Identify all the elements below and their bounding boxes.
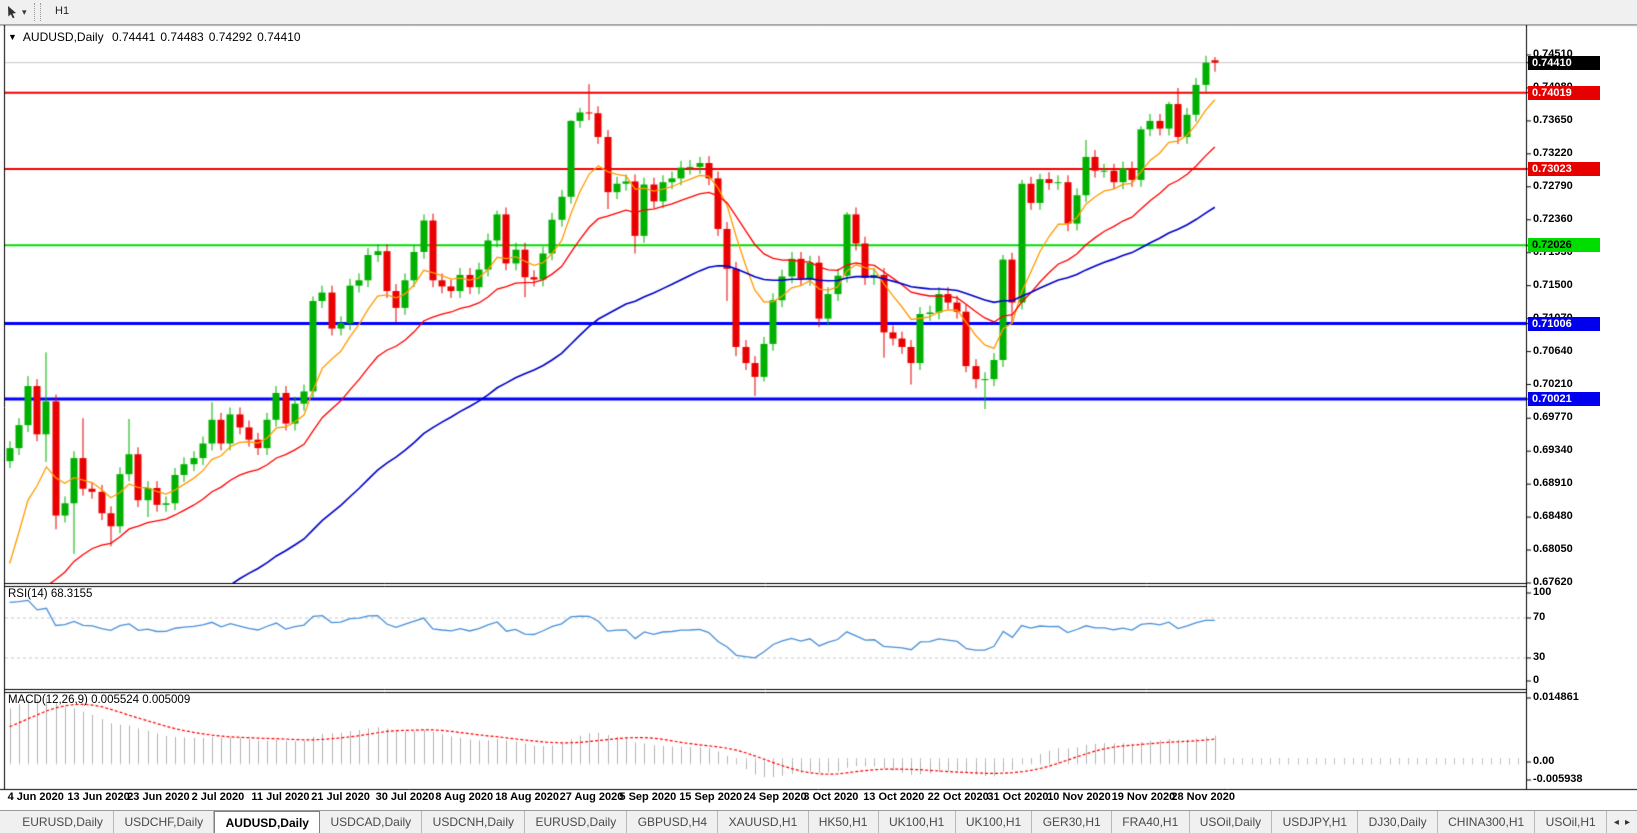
tab-usoil-daily[interactable]: USOil,Daily [1190, 811, 1273, 833]
symbol-tabbar: EURUSD,Daily USDCHF,Daily AUDUSD,Daily USDC… [0, 810, 1637, 833]
tab-dj30-daily[interactable]: DJ30,Daily [1358, 811, 1438, 833]
tab-uk100-h1[interactable]: UK100,H1 [956, 811, 1033, 833]
tab-audusd-daily[interactable]: AUDUSD,Daily [214, 811, 321, 833]
timeframe-toolbar: ▾ M1M5M15M30H1H4D1W1MN [0, 0, 1637, 105]
timeframe-button-H1[interactable]: H1 [48, 1, 77, 23]
tab-usdjpy-h1[interactable]: USDJPY,H1 [1272, 811, 1359, 833]
tab-china300-h1[interactable]: CHINA300,H1 [1438, 811, 1536, 833]
tab-xauusd-h1[interactable]: XAUUSD,H1 [718, 811, 809, 833]
chart-title: ▼ AUDUSD,Daily 0.74441 0.74483 0.74292 0.744… [8, 30, 306, 44]
ohlc-high: 0.74483 [160, 30, 204, 44]
ohlc-close: 0.74410 [257, 30, 301, 44]
tab-eurusd-daily[interactable]: EURUSD,Daily [12, 811, 115, 833]
chart-area: 0.74510 0.74080 0.73650 0.73220 0.72790 0.723… [0, 25, 1637, 810]
rsi-indicator-label: RSI(14) 68.3155 [8, 588, 93, 600]
toolbar-grip [33, 3, 41, 21]
tab-uk100-h1[interactable]: UK100,H1 [879, 811, 956, 833]
cursor-icon [8, 6, 16, 19]
tab-hk50-h1[interactable]: HK50,H1 [809, 811, 879, 833]
tab-eurusd-daily[interactable]: EURUSD,Daily [525, 811, 628, 833]
dropdown-caret-icon[interactable]: ▾ [22, 7, 27, 18]
macd-indicator-label: MACD(12,26,9) 0.005524 0.005009 [8, 694, 191, 706]
tab-gbpusd-h4[interactable]: GBPUSD,H4 [627, 811, 719, 833]
tab-usoil-h1[interactable]: USOil,H1 [1535, 811, 1607, 833]
cursor-tool-button[interactable]: ▾ [3, 2, 30, 23]
symbol-period-label: AUDUSD,Daily [22, 30, 104, 44]
tab-scroll-left-icon[interactable]: ◂ [1614, 817, 1619, 828]
tab-ger30-h1[interactable]: GER30,H1 [1032, 811, 1112, 833]
price-chart-canvas[interactable] [0, 25, 1637, 810]
tab-usdchf-daily[interactable]: USDCHF,Daily [114, 811, 215, 833]
symbol-collapse-icon[interactable]: ▼ [8, 32, 17, 42]
ohlc-low: 0.74292 [208, 30, 253, 44]
tab-usdcad-daily[interactable]: USDCAD,Daily [320, 811, 423, 833]
tab-usdcnh-daily[interactable]: USDCNH,Daily [422, 811, 526, 833]
ohlc-open: 0.74441 [111, 30, 156, 44]
tab-fra40-h1[interactable]: FRA40,H1 [1112, 811, 1190, 833]
tab-scroll-right-icon[interactable]: ▸ [1625, 817, 1630, 828]
